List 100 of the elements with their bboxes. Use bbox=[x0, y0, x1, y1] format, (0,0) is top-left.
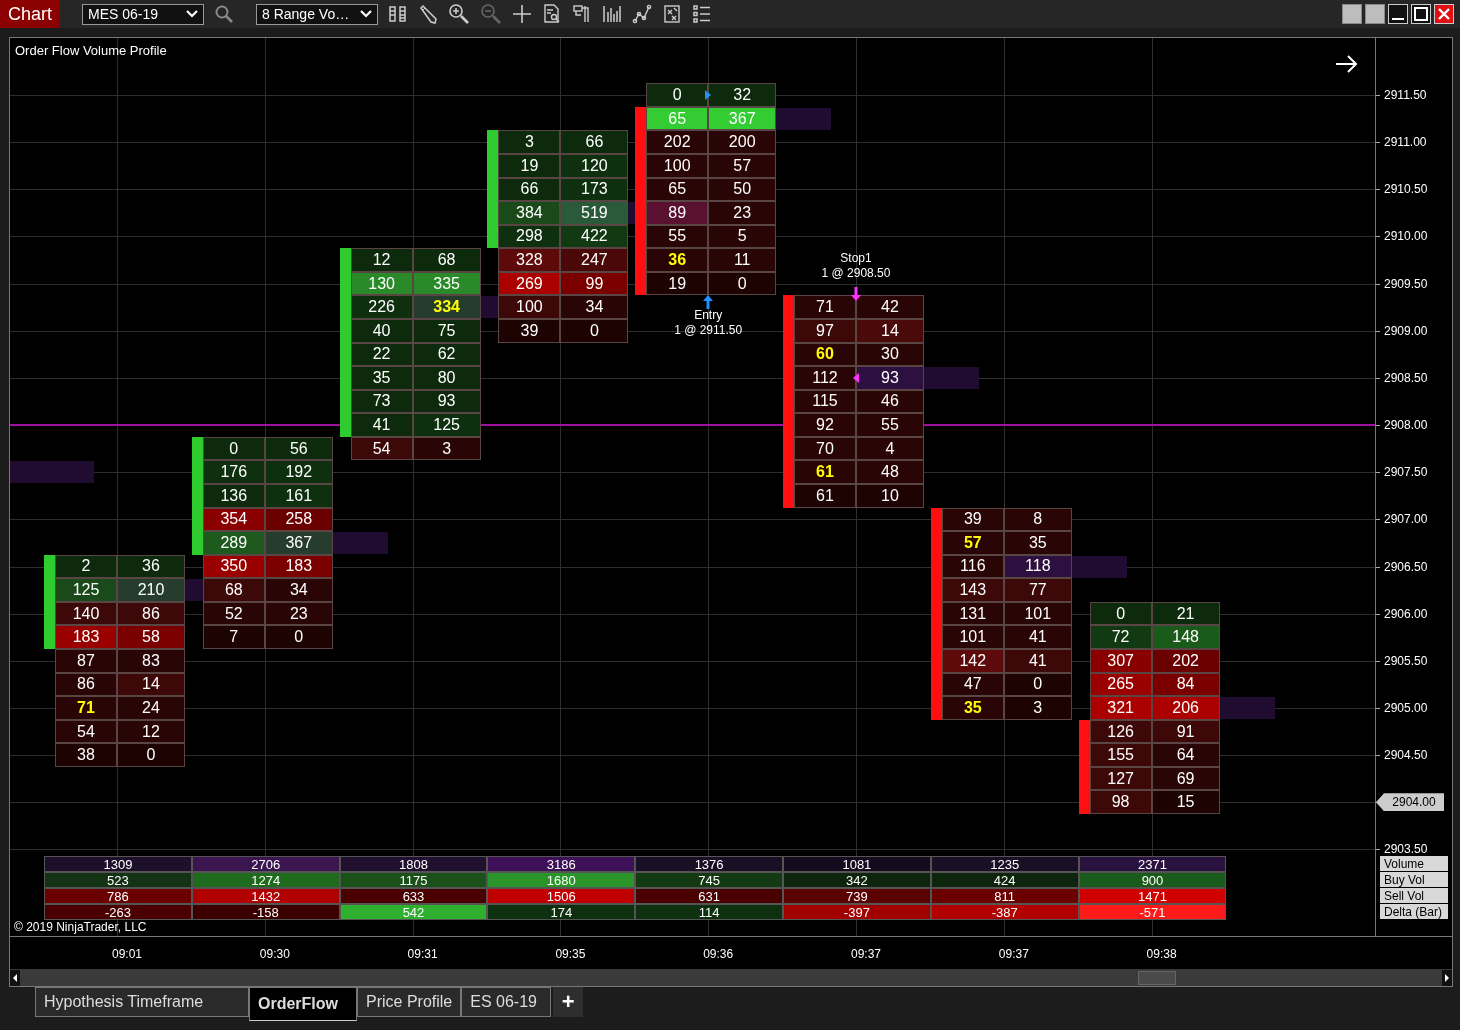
ask-volume: 11 bbox=[708, 248, 777, 272]
bid-volume: 39 bbox=[498, 318, 561, 343]
strategy-icon[interactable] bbox=[662, 4, 682, 24]
ask-volume: 202 bbox=[1151, 649, 1220, 673]
price-label: 2910.50 bbox=[1383, 181, 1429, 199]
summary-cell: 342 bbox=[783, 872, 931, 888]
ask-volume: 86 bbox=[117, 601, 185, 626]
ask-volume: 66 bbox=[560, 130, 629, 154]
ask-volume: 206 bbox=[1151, 696, 1220, 720]
arrow-right-icon[interactable] bbox=[1335, 54, 1359, 74]
bar-type-dropdown[interactable]: 8 Range Vo… bbox=[256, 3, 378, 25]
bid-volume: 176 bbox=[202, 460, 265, 484]
crosshair-icon[interactable] bbox=[512, 4, 532, 24]
bid-volume: 52 bbox=[202, 601, 265, 626]
bid-volume: 328 bbox=[498, 248, 561, 272]
bid-volume: 2 bbox=[55, 554, 117, 579]
bid-volume: 321 bbox=[1089, 696, 1152, 720]
summary-cell: 424 bbox=[930, 872, 1079, 888]
minimize-icon[interactable] bbox=[1388, 4, 1408, 24]
summary-cell: 1808 bbox=[339, 856, 488, 872]
close-icon[interactable] bbox=[1434, 4, 1454, 24]
ask-volume: 8 bbox=[1003, 507, 1072, 532]
price-label: 2906.50 bbox=[1383, 558, 1429, 576]
columns-icon[interactable] bbox=[388, 4, 408, 24]
ask-volume: 41 bbox=[1003, 649, 1072, 673]
summary-cell: 745 bbox=[635, 872, 783, 888]
price-label: 2911.50 bbox=[1383, 87, 1428, 104]
bid-volume: 65 bbox=[646, 177, 709, 202]
summary-cell: -158 bbox=[191, 904, 340, 920]
bid-volume: 54 bbox=[350, 436, 413, 461]
tab[interactable]: ES 06-19 bbox=[461, 987, 552, 1017]
price-label: 2909.50 bbox=[1383, 275, 1429, 293]
summary-cell: -387 bbox=[930, 904, 1079, 920]
scrollbar[interactable] bbox=[9, 969, 1453, 987]
ask-volume: 334 bbox=[412, 295, 481, 319]
ask-volume: 68 bbox=[412, 248, 481, 272]
zoom-out-icon[interactable] bbox=[480, 3, 502, 25]
maximize-icon[interactable] bbox=[1411, 4, 1431, 24]
bid-volume: 3 bbox=[498, 130, 561, 154]
line-chart-icon[interactable] bbox=[632, 4, 652, 24]
instrument-dropdown[interactable]: MES 06-19 bbox=[82, 3, 204, 25]
add-tab-button[interactable]: + bbox=[553, 987, 584, 1017]
time-label: 09:38 bbox=[1145, 947, 1178, 961]
ask-volume: 55 bbox=[856, 413, 924, 437]
time-label: 09:31 bbox=[406, 947, 439, 961]
list-icon[interactable] bbox=[692, 4, 712, 24]
price-label: 2907.00 bbox=[1383, 511, 1429, 529]
search-icon[interactable] bbox=[214, 4, 234, 24]
scroll-thumb[interactable] bbox=[1138, 971, 1176, 985]
bid-volume: 7 bbox=[202, 625, 265, 649]
ask-volume: 50 bbox=[708, 177, 777, 202]
ask-volume: 173 bbox=[560, 177, 629, 202]
ask-volume: 247 bbox=[560, 248, 629, 272]
ask-volume: 5 bbox=[708, 224, 777, 249]
price-label: 2908.00 bbox=[1383, 417, 1429, 435]
bid-volume: 143 bbox=[941, 578, 1004, 602]
summary-label: Delta (Bar) bbox=[1380, 904, 1448, 919]
bid-volume: 60 bbox=[794, 342, 856, 367]
bid-volume: 289 bbox=[202, 531, 265, 555]
ask-volume: 34 bbox=[264, 578, 333, 602]
pencil-icon[interactable] bbox=[418, 4, 438, 24]
summary-cell: -397 bbox=[783, 904, 931, 920]
ask-volume: 125 bbox=[412, 413, 481, 437]
summary-cell: 1309 bbox=[44, 856, 192, 872]
time-label: 09:30 bbox=[258, 947, 291, 961]
bid-volume: 70 bbox=[794, 436, 856, 461]
scroll-right-icon[interactable] bbox=[1442, 969, 1452, 986]
summary-cell: 1432 bbox=[191, 888, 340, 904]
zoom-in-icon[interactable] bbox=[448, 3, 470, 25]
ask-volume: 4 bbox=[856, 436, 924, 461]
ask-volume: 36 bbox=[117, 554, 185, 579]
summary-cell: 1175 bbox=[339, 872, 488, 888]
price-label: 2910.00 bbox=[1383, 228, 1429, 246]
document-search-icon[interactable] bbox=[542, 4, 562, 24]
bid-volume: 384 bbox=[498, 201, 561, 225]
scroll-left-icon[interactable] bbox=[10, 969, 20, 986]
summary-cell: 900 bbox=[1078, 872, 1227, 888]
tab[interactable]: Hypothesis Timeframe bbox=[35, 987, 249, 1017]
bid-volume: 12 bbox=[350, 248, 413, 272]
panel-icon[interactable] bbox=[572, 4, 592, 24]
summary-cell: 631 bbox=[635, 888, 783, 904]
bid-volume: 35 bbox=[350, 366, 413, 390]
tab[interactable]: OrderFlow bbox=[249, 987, 357, 1021]
ask-volume: 80 bbox=[412, 366, 481, 390]
tab[interactable]: Price Profile bbox=[357, 987, 462, 1017]
bid-volume: 38 bbox=[55, 743, 117, 767]
price-label: 2906.00 bbox=[1383, 605, 1429, 623]
bid-volume: 66 bbox=[498, 177, 561, 202]
summary-cell: 1376 bbox=[635, 856, 783, 872]
ask-volume: 14 bbox=[856, 318, 924, 343]
summary-cell: 3186 bbox=[487, 856, 636, 872]
summary-cell: 114 bbox=[635, 904, 783, 920]
price-label: 2907.50 bbox=[1383, 464, 1429, 482]
bid-volume: 36 bbox=[646, 248, 709, 272]
summary-cell: 1081 bbox=[783, 856, 931, 872]
bid-volume: 71 bbox=[55, 696, 117, 720]
bid-volume: 100 bbox=[646, 153, 709, 178]
bid-volume: 92 bbox=[794, 413, 856, 437]
bar-chart-icon[interactable] bbox=[602, 4, 622, 24]
order-detail: 1 @ 2908.50 bbox=[821, 266, 891, 282]
